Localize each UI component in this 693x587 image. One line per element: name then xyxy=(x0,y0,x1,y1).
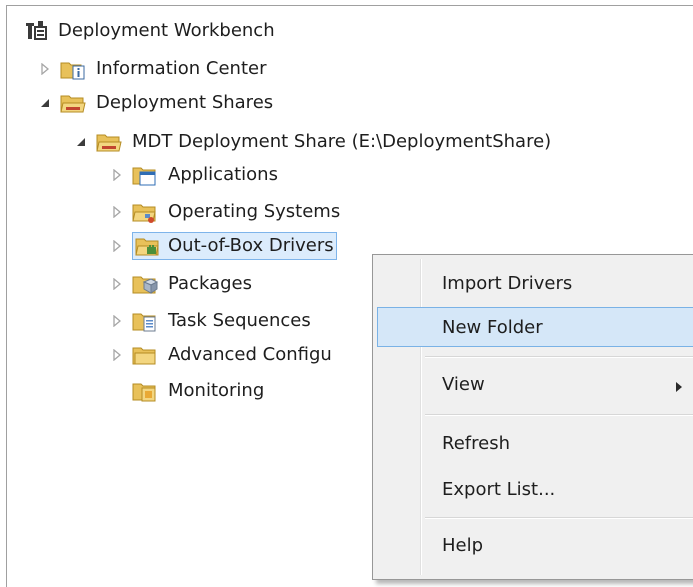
tree-node-packages[interactable]: Packages xyxy=(110,267,255,301)
tree-node-deployment-workbench[interactable]: Deployment Workbench xyxy=(26,14,278,48)
menu-separator xyxy=(425,414,693,416)
expand-arrow-icon[interactable] xyxy=(110,168,124,182)
tree-label: Advanced Configu xyxy=(168,344,332,365)
menu-item-help[interactable]: Help xyxy=(377,525,693,565)
tree-node-advanced-configuration[interactable]: Advanced Configu xyxy=(110,338,335,372)
menu-separator xyxy=(425,517,693,519)
tree-label: Monitoring xyxy=(168,380,265,401)
expand-arrow-icon[interactable] xyxy=(38,62,52,76)
submenu-arrow-icon xyxy=(675,377,683,398)
menu-item-label: New Folder xyxy=(442,316,543,338)
context-menu: Import Drivers New Folder View Refresh E… xyxy=(372,254,693,580)
expand-arrow-icon[interactable] xyxy=(110,314,124,328)
selected-tree-item: Out-of-Box Drivers xyxy=(132,232,337,260)
applications-folder-icon xyxy=(132,163,158,187)
menu-item-label: Help xyxy=(442,534,484,556)
menu-item-label: Import Drivers xyxy=(442,272,573,294)
task-sequences-folder-icon xyxy=(132,309,158,333)
folder-icon xyxy=(132,343,158,367)
menu-item-label: Export List... xyxy=(442,478,556,500)
expand-arrow-icon[interactable] xyxy=(110,205,124,219)
menu-item-view[interactable]: View xyxy=(377,364,693,404)
expand-arrow-icon[interactable] xyxy=(110,277,124,291)
tree-label: Information Center xyxy=(96,58,267,79)
tree-node-out-of-box-drivers[interactable]: Out-of-Box Drivers xyxy=(110,229,337,263)
tree-node-deployment-shares[interactable]: Deployment Shares xyxy=(38,86,276,120)
tree-node-information-center[interactable]: Information Center xyxy=(38,52,270,86)
collapse-arrow-icon[interactable] xyxy=(74,135,88,149)
workbench-icon xyxy=(26,19,48,43)
menu-separator xyxy=(425,356,693,358)
menu-item-import-drivers[interactable]: Import Drivers xyxy=(377,263,693,303)
menu-item-label: Refresh xyxy=(442,432,510,454)
tree-label: MDT Deployment Share (E:\DeploymentShare… xyxy=(132,131,552,152)
tree-label: Packages xyxy=(168,273,252,294)
collapse-arrow-icon[interactable] xyxy=(38,96,52,110)
operating-systems-folder-icon xyxy=(132,200,158,224)
information-folder-icon xyxy=(60,57,86,81)
tree-label: Out-of-Box Drivers xyxy=(168,235,334,256)
tree-node-applications[interactable]: Applications xyxy=(110,158,281,192)
tree-node-monitoring[interactable]: Monitoring xyxy=(132,374,267,408)
monitoring-folder-icon xyxy=(132,379,158,403)
tree-node-mdt-deployment-share[interactable]: MDT Deployment Share (E:\DeploymentShare… xyxy=(74,125,554,159)
tree-label: Deployment Shares xyxy=(96,92,274,113)
share-folder-icon xyxy=(96,130,122,154)
tree-label: Applications xyxy=(168,164,278,185)
expand-arrow-icon[interactable] xyxy=(110,348,124,362)
tree-node-task-sequences[interactable]: Task Sequences xyxy=(110,304,314,338)
tree-node-operating-systems[interactable]: Operating Systems xyxy=(110,195,343,229)
expand-arrow-icon[interactable] xyxy=(110,239,124,253)
tree-label: Task Sequences xyxy=(168,310,311,331)
menu-item-refresh[interactable]: Refresh xyxy=(377,423,693,463)
menu-item-export-list[interactable]: Export List... xyxy=(377,469,693,509)
folder-icon xyxy=(60,91,86,115)
tree-label: Operating Systems xyxy=(168,201,341,222)
menu-item-new-folder[interactable]: New Folder xyxy=(377,307,693,347)
drivers-folder-icon xyxy=(135,234,161,258)
menu-item-label: View xyxy=(442,373,485,395)
packages-folder-icon xyxy=(132,272,158,296)
tree-label: Deployment Workbench xyxy=(58,20,275,41)
